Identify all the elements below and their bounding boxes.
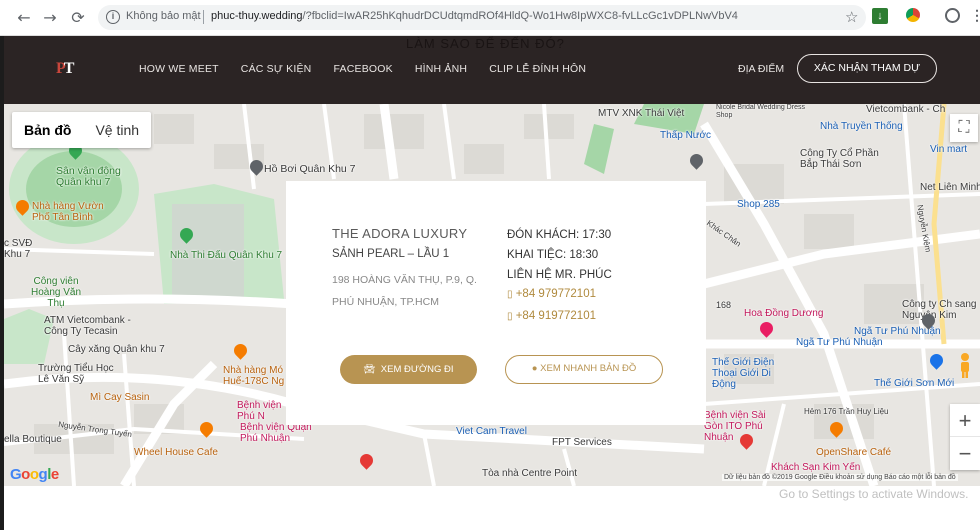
menu-item-photos[interactable]: HÌNH ẢNH [415, 63, 467, 75]
windows-activation-watermark: Go to Settings to activate Windows. [779, 487, 969, 501]
poi-label[interactable]: Nhà hàng Mó Huế-178C Ng [223, 365, 293, 387]
venue-info-card: THE ADORA LUXURY SẢNH PEARL – LẦU 1 198 … [286, 181, 706, 425]
poi-label[interactable]: Net Liên Minh [920, 182, 980, 193]
poi-label[interactable]: Cây xăng Quân khu 7 [68, 344, 165, 355]
poi-label[interactable]: 168 [716, 300, 731, 310]
map-attribution[interactable]: Dữ liệu bản đồ ©2019 Google Điều khoản s… [722, 474, 958, 481]
welcome-time: ĐÓN KHÁCH: 17:30 [507, 229, 612, 241]
event-times: ĐÓN KHÁCH: 17:30 KHAI TIỆC: 18:30 LIÊN H… [507, 225, 612, 285]
phone-icon: ▯ [507, 311, 513, 322]
zoom-in-button[interactable]: + [950, 404, 980, 437]
forward-icon[interactable]: → [40, 8, 60, 28]
phone-icon: ▯ [507, 289, 513, 300]
reload-icon[interactable]: ⟳ [68, 8, 88, 28]
map-type-satellite-button[interactable]: Vệ tinh [83, 112, 151, 148]
poi-label[interactable]: Vietcombank - Ch [866, 104, 945, 115]
poi-label[interactable]: Thế Giới Sơn Mới [874, 378, 954, 389]
omnibox-divider [203, 10, 204, 24]
security-label: Không bảo mật [126, 10, 201, 22]
bookmark-star-icon[interactable]: ☆ [845, 8, 858, 26]
pegman-icon[interactable] [956, 352, 974, 378]
poi-label[interactable]: ATM Vietcombank - Công Ty Tecasin [44, 315, 134, 337]
banquet-time: KHAI TIỆC: 18:30 [507, 249, 599, 261]
info-icon[interactable]: i [106, 10, 120, 24]
main-menu: HOW WE MEET CÁC SỰ KIỆN FACEBOOK HÌNH ẢN… [139, 63, 586, 75]
zoom-control: + − [950, 404, 980, 470]
chrome-extension-icon[interactable] [906, 8, 920, 22]
menu-item-location[interactable]: ĐỊA ĐIỂM [738, 63, 784, 75]
poi-label[interactable]: MTV XNK Thái Việt [598, 108, 684, 119]
poi-label[interactable]: Mì Cay Sasin [90, 392, 149, 403]
poi-label[interactable]: Nhà Truyền Thống [820, 121, 903, 132]
venue-hall: SẢNH PEARL – LẦU 1 [332, 248, 450, 260]
menu-item-engagement-clip[interactable]: CLIP LỄ ĐÍNH HÔN [489, 63, 586, 75]
poi-label[interactable]: Nhà Thi Đấu Quân Khu 7 [170, 250, 282, 261]
car-icon: 🚘︎ [363, 364, 376, 375]
poi-label[interactable]: Wheel House Cafe [134, 447, 218, 458]
poi-label[interactable]: Bệnh viện Phú N [237, 400, 292, 422]
fullscreen-icon[interactable]: ⛶ [950, 114, 978, 142]
poi-label[interactable]: Thấp Nước [660, 130, 711, 141]
menu-item-how-we-meet[interactable]: HOW WE MEET [139, 63, 219, 75]
poi-label[interactable]: FPT Services [552, 437, 612, 448]
download-extension-icon[interactable]: ↓ [872, 8, 888, 24]
poi-label[interactable]: Thế Giới Điện Thoại Giới Di Động [712, 357, 792, 390]
poi-label[interactable]: Công ty Ch sang Nguyên Kim [902, 299, 980, 321]
poi-label[interactable]: Hoa Đồng Dương [744, 308, 823, 319]
poi-label[interactable]: Sân vận động Quân khu 7 [56, 166, 136, 188]
poi-label[interactable]: OpenShare Café [816, 447, 891, 458]
poi-label[interactable]: Trường Tiểu Học Lê Văn Sỹ [38, 363, 118, 385]
poi-label[interactable]: Hồ Bơi Quân Khu 7 [264, 163, 356, 175]
address-bar[interactable]: i Không bảo mật phuc-thuy.wedding/?fbcli… [98, 5, 866, 30]
menu-item-facebook[interactable]: FACEBOOK [333, 63, 392, 75]
venue-address: 198 HOÀNG VĂN THỤ, P.9, Q. PHÚ NHUẬN, TP… [332, 274, 477, 308]
profile-icon[interactable] [945, 8, 960, 23]
menu-dots-icon[interactable]: ⋮ [970, 8, 980, 26]
poi-label[interactable]: Công viên Hoàng Văn Thụ [26, 276, 86, 309]
site-header: LÀM SAO ĐỂ ĐẾN ĐÓ? PT HOW WE MEET CÁC SỰ… [4, 36, 980, 104]
google-logo: Google [10, 466, 59, 483]
menu-item-events[interactable]: CÁC SỰ KIỆN [241, 63, 312, 75]
phone-link-1[interactable]: ▯ +84 979772101 [507, 288, 596, 300]
rsvp-button[interactable]: XÁC NHẬN THAM DỰ [797, 54, 937, 83]
quick-map-button[interactable]: ● XEM NHANH BẢN ĐỒ [505, 355, 663, 384]
poi-label[interactable]: Tòa nhà Centre Point [482, 468, 577, 479]
back-icon[interactable]: ← [14, 8, 34, 28]
contact-label: LIÊN HỆ MR. PHÚC [507, 269, 612, 281]
poi-label[interactable]: c SVĐ Khu 7 [4, 238, 44, 260]
site-logo[interactable]: PT [56, 60, 75, 78]
venue-name: THE ADORA LUXURY [332, 226, 468, 241]
browser-toolbar: ← → ⟳ i Không bảo mật phuc-thuy.wedding/… [0, 0, 980, 36]
poi-label[interactable]: ella Boutique [4, 434, 62, 445]
poi-label[interactable]: Công Ty Cổ Phần Bắp Thái Sơn [800, 148, 880, 170]
poi-label[interactable]: Vin mart [930, 144, 967, 155]
poi-label[interactable]: Ngã Tư Phú Nhuận [796, 337, 883, 348]
phone-link-2[interactable]: ▯ +84 919772101 [507, 310, 596, 322]
poi-label[interactable]: Bệnh viện Quận Phú Nhuận [240, 422, 320, 444]
poi-label[interactable]: Shop 285 [737, 199, 780, 210]
map-type-map-button[interactable]: Bản đồ [12, 112, 83, 148]
view-directions-button[interactable]: 🚘︎ XEM ĐƯỜNG ĐI [340, 355, 477, 384]
url-text[interactable]: phuc-thuy.wedding/?fbclid=IwAR25hKqhudrD… [211, 10, 738, 22]
poi-label[interactable]: Nhà hàng Vườn Phố Tân Bình [32, 201, 112, 223]
poi-label[interactable]: Hẻm 176 Trần Huy Liệu [804, 407, 889, 416]
section-heading: LÀM SAO ĐỂ ĐẾN ĐÓ? [406, 36, 565, 51]
poi-label[interactable]: Viet Cam Travel [456, 426, 527, 437]
poi-label[interactable]: Nicole Bridal Wedding Dress Shop [716, 104, 806, 120]
poi-label[interactable]: Khách Sạn Kim Yến [771, 462, 860, 473]
map-type-control: Bản đồ Vệ tinh [12, 112, 152, 148]
zoom-out-button[interactable]: − [950, 437, 980, 470]
map-marker-icon: ● [531, 363, 538, 374]
